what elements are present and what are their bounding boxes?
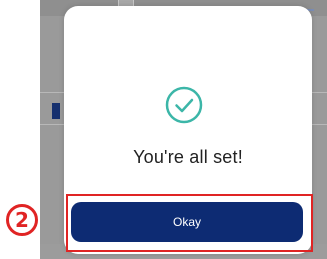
background-side-tab <box>52 103 60 119</box>
check-circle-icon <box>165 86 203 124</box>
screen: You're all set! Okay 2 <box>0 0 327 259</box>
step-number-badge: 2 <box>6 204 38 236</box>
okay-button[interactable]: Okay <box>71 202 303 242</box>
success-message: You're all set! <box>133 147 243 167</box>
